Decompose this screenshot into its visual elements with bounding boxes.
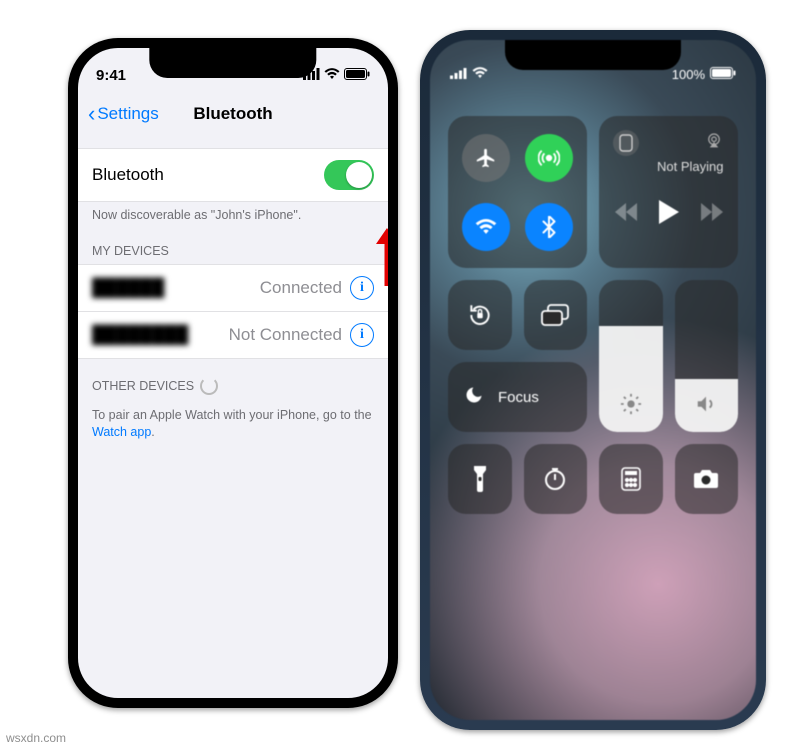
- bluetooth-button[interactable]: [525, 203, 573, 251]
- bluetooth-toggle[interactable]: [324, 160, 374, 190]
- signal-icon: [450, 67, 467, 82]
- settings-bluetooth-screen: 9:41 ‹ Settings Bluetooth Blu: [78, 48, 388, 698]
- focus-button[interactable]: Focus: [448, 362, 587, 432]
- device-status: Not Connected: [229, 325, 342, 345]
- notch: [149, 48, 316, 78]
- status-time: 9:41: [96, 67, 126, 84]
- watermark: wsxdn.com: [6, 731, 66, 745]
- volume-slider[interactable]: [675, 280, 739, 432]
- wifi-button[interactable]: [462, 203, 510, 251]
- airplay-icon[interactable]: [704, 130, 724, 150]
- nav-bar: ‹ Settings Bluetooth: [78, 92, 388, 136]
- audio-device-icon: [613, 130, 639, 156]
- prev-track-button[interactable]: [615, 203, 637, 226]
- control-center-grid: Not Playing: [448, 116, 738, 514]
- camera-button[interactable]: [675, 444, 739, 514]
- calculator-button[interactable]: [599, 444, 663, 514]
- battery-text: 100%: [672, 67, 705, 82]
- info-icon[interactable]: i: [350, 276, 374, 300]
- volume-icon: [675, 393, 739, 420]
- airplane-mode-button[interactable]: [462, 134, 510, 182]
- brightness-slider[interactable]: [599, 280, 663, 432]
- device-status: Connected: [260, 278, 342, 298]
- moon-icon: [464, 385, 484, 409]
- connectivity-panel[interactable]: [448, 116, 587, 268]
- next-track-button[interactable]: [701, 203, 723, 226]
- chevron-left-icon: ‹: [88, 103, 95, 125]
- focus-label: Focus: [498, 389, 539, 406]
- device-row[interactable]: ██████ Connected i: [78, 264, 388, 312]
- media-panel[interactable]: Not Playing: [599, 116, 738, 268]
- control-center-screen: 100%: [430, 40, 756, 720]
- timer-button[interactable]: [524, 444, 588, 514]
- other-devices-header: OTHER DEVICES: [78, 359, 388, 401]
- red-arrow-annotation: [372, 228, 388, 293]
- iphone-left-frame: 9:41 ‹ Settings Bluetooth Blu: [68, 38, 398, 708]
- wifi-icon: [472, 67, 488, 82]
- brightness-icon: [599, 393, 663, 420]
- info-icon[interactable]: i: [350, 323, 374, 347]
- wifi-icon: [324, 67, 340, 84]
- device-name: ████████: [92, 325, 188, 345]
- flashlight-button[interactable]: [448, 444, 512, 514]
- media-controls: [611, 200, 726, 229]
- discoverable-text: Now discoverable as "John's iPhone".: [78, 202, 388, 226]
- watch-app-link[interactable]: Watch app: [92, 425, 151, 439]
- now-playing-title: Not Playing: [611, 155, 723, 174]
- orientation-lock-button[interactable]: [448, 280, 512, 350]
- my-devices-header: MY DEVICES: [78, 226, 388, 264]
- battery-icon: [710, 67, 736, 82]
- cellular-data-button[interactable]: [525, 134, 573, 182]
- spinner-icon: [200, 377, 218, 395]
- nav-title: Bluetooth: [193, 104, 272, 124]
- play-button[interactable]: [659, 200, 679, 229]
- screen-mirroring-button[interactable]: [524, 280, 588, 350]
- bluetooth-label: Bluetooth: [92, 165, 164, 185]
- battery-icon: [344, 67, 370, 84]
- watch-pairing-hint: To pair an Apple Watch with your iPhone,…: [78, 401, 388, 447]
- device-name: ██████: [92, 278, 164, 298]
- back-label: Settings: [97, 104, 158, 124]
- notch: [505, 40, 681, 70]
- device-row[interactable]: ████████ Not Connected i: [78, 312, 388, 359]
- iphone-right-frame: 100%: [420, 30, 766, 730]
- bluetooth-toggle-row[interactable]: Bluetooth: [78, 148, 388, 202]
- back-button[interactable]: ‹ Settings: [88, 92, 159, 136]
